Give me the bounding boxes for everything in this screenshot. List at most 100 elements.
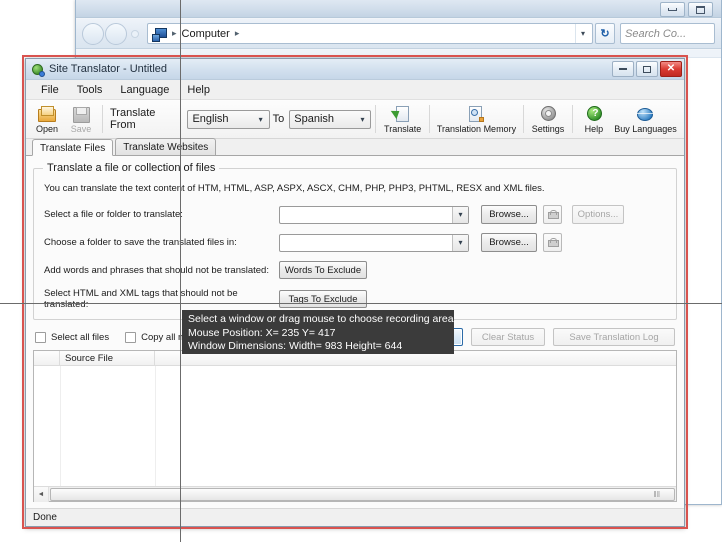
group-description: You can translate the text content of HT… — [44, 183, 545, 194]
recording-tooltip: Select a window or drag mouse to choose … — [182, 310, 457, 354]
translate-to-label: To — [272, 113, 285, 125]
menu-help[interactable]: Help — [178, 82, 219, 98]
window-title: Site Translator - Untitled — [49, 63, 167, 75]
menu-bar: File Tools Language Help — [26, 80, 684, 100]
explorer-window-controls — [660, 2, 713, 17]
open-label: Open — [35, 123, 59, 134]
source-language-value: English — [192, 113, 229, 125]
buy-languages-button[interactable]: Buy Languages — [611, 101, 680, 138]
destination-path-row: Choose a folder to save the translated f… — [44, 233, 666, 252]
crosshair-horizontal-line — [0, 303, 722, 304]
explorer-maximize-button[interactable] — [688, 2, 713, 17]
menu-file[interactable]: File — [32, 82, 68, 98]
close-button[interactable]: ✕ — [660, 61, 682, 77]
buy-languages-label: Buy Languages — [614, 123, 677, 134]
source-path-label: Select a file or folder to translate: — [44, 209, 183, 220]
select-all-files-checkbox[interactable] — [35, 331, 46, 343]
source-path-input[interactable]: ▾ — [279, 205, 469, 224]
toolbar-separator-4 — [523, 105, 525, 133]
status-text: Done — [33, 512, 57, 523]
toolbar: Open Save Translate From English ▾ To Sp… — [26, 100, 684, 139]
crosshair-vertical-line — [180, 0, 181, 542]
minimize-icon — [619, 68, 627, 70]
address-dropdown-icon[interactable]: ▾ — [575, 24, 590, 43]
source-file-list[interactable]: Source File ◄ ‖‖ — [33, 350, 677, 502]
tab-translate-files[interactable]: Translate Files — [32, 139, 114, 156]
settings-label: Settings — [531, 123, 565, 134]
breadcrumb-arrow-1: ▸ — [172, 28, 177, 38]
breadcrumb-computer[interactable]: Computer — [182, 28, 230, 40]
tooltip-line-instruction: Select a window or drag mouse to choose … — [188, 313, 457, 325]
window-titlebar: Site Translator - Untitled ✕ — [26, 59, 684, 80]
settings-button[interactable]: Settings — [528, 101, 568, 138]
help-label: Help — [584, 123, 604, 134]
destination-path-input[interactable]: ▾ — [279, 233, 469, 252]
scroll-left-arrow-icon[interactable]: ◄ — [34, 486, 49, 502]
explorer-nav-buttons — [82, 22, 140, 45]
save-label: Save — [70, 123, 92, 134]
minimize-icon — [668, 8, 677, 11]
screen: ▸ Computer ▸ ▾ ↻ Search Co... Site Trans… — [0, 0, 722, 542]
address-bar[interactable]: ▸ Computer ▸ ▾ — [147, 23, 593, 44]
tooltip-line-window-dimensions: Window Dimensions: Width= 983 Height= 64… — [188, 340, 403, 353]
explorer-titlebar — [76, 0, 721, 18]
lock-icon — [548, 210, 559, 219]
translate-page-icon — [390, 105, 413, 123]
explorer-search-input[interactable]: Search Co... — [620, 23, 715, 44]
tab-strip: Translate Files Translate Websites — [26, 138, 684, 156]
tooltip-line-mouse-position: Mouse Position: X= 235 Y= 417 — [188, 326, 336, 339]
scrollbar-thumb[interactable]: ‖‖ — [50, 487, 675, 501]
explorer-toolbar-strip — [76, 50, 721, 58]
toolbar-separator-2 — [375, 105, 377, 133]
breadcrumb-arrow-2[interactable]: ▸ — [235, 28, 240, 39]
translation-memory-label: Translation Memory — [436, 123, 517, 134]
menu-language[interactable]: Language — [111, 82, 178, 98]
save-translation-log-button: Save Translation Log — [553, 328, 675, 346]
toolbar-separator-5 — [571, 105, 573, 133]
words-exclude-row: Add words and phrases that should not be… — [44, 261, 666, 279]
column-header-source-file[interactable]: Source File — [60, 351, 155, 365]
recent-pages-button[interactable] — [131, 29, 139, 38]
translation-memory-icon — [466, 105, 486, 123]
help-question-icon: ? — [584, 105, 604, 123]
options-button: Options... — [572, 205, 624, 224]
maximize-icon — [643, 65, 651, 73]
tab-translate-websites[interactable]: Translate Websites — [115, 138, 217, 155]
words-to-exclude-button[interactable]: Words To Exclude — [279, 261, 367, 279]
list-rows[interactable] — [34, 366, 676, 486]
tags-to-exclude-button[interactable]: Tags To Exclude — [279, 290, 367, 308]
source-language-select[interactable]: English ▾ — [187, 109, 270, 129]
gear-icon — [538, 105, 558, 123]
group-title: Translate a file or collection of files — [43, 162, 220, 174]
copy-non-translatable-checkbox[interactable] — [125, 331, 137, 343]
grid-line-1 — [60, 366, 61, 486]
status-bar: Done — [26, 508, 684, 526]
menu-tools[interactable]: Tools — [68, 82, 112, 98]
column-header-checkbox[interactable] — [34, 351, 60, 365]
destination-lock-button[interactable] — [543, 233, 562, 252]
target-language-select[interactable]: Spanish ▾ — [289, 109, 372, 129]
target-language-value: Spanish — [294, 113, 335, 125]
translate-toolbar-button[interactable]: Translate — [380, 101, 424, 138]
help-button[interactable]: ? Help — [577, 101, 611, 138]
back-button[interactable] — [82, 22, 104, 45]
source-lock-button[interactable] — [543, 205, 562, 224]
source-browse-button[interactable]: Browse... — [481, 205, 537, 224]
source-path-row: Select a file or folder to translate: ▾ … — [44, 205, 666, 224]
translate-from-label: Translate From — [109, 107, 156, 131]
horizontal-scrollbar[interactable]: ◄ ‖‖ — [34, 486, 676, 502]
toolbar-separator-1 — [102, 105, 103, 133]
globe-icon — [635, 105, 655, 123]
translation-memory-button[interactable]: Translation Memory — [434, 101, 519, 138]
minimize-button[interactable] — [612, 61, 634, 77]
explorer-minimize-button[interactable] — [660, 2, 685, 17]
translate-file-group: Translate a file or collection of files … — [33, 162, 677, 320]
destination-browse-button[interactable]: Browse... — [481, 233, 537, 252]
grid-line-2 — [155, 366, 156, 486]
open-button[interactable]: Open — [30, 101, 64, 138]
tags-exclude-row: Select HTML and XML tags that should not… — [44, 288, 666, 310]
window-controls: ✕ — [612, 61, 682, 77]
refresh-icon[interactable]: ↻ — [595, 23, 615, 44]
maximize-button[interactable] — [636, 61, 658, 77]
forward-button[interactable] — [105, 22, 127, 45]
